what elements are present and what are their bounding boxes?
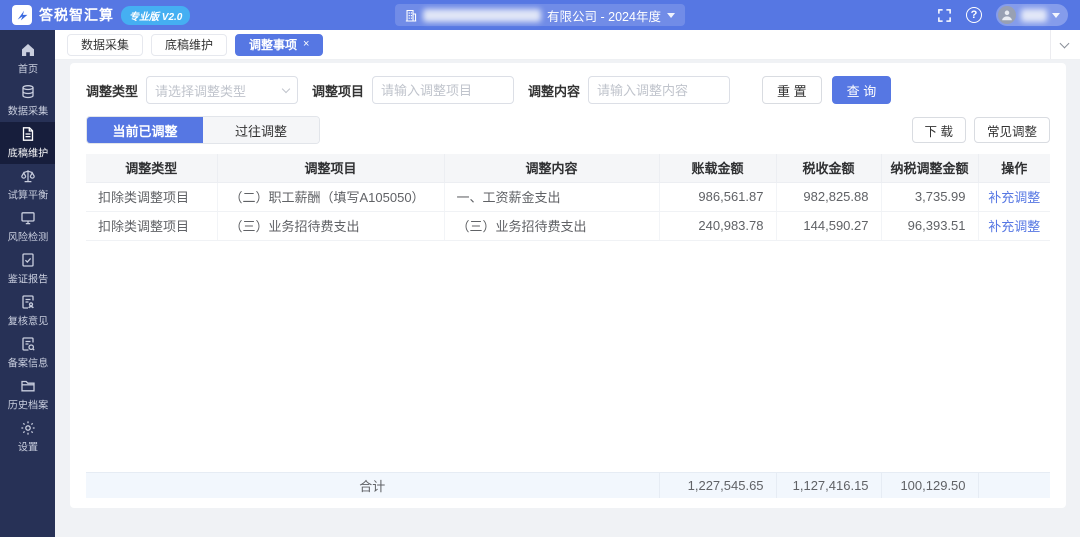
- toolbar-row: 当前已调整 过往调整 下 载 常见调整: [86, 116, 1050, 144]
- filter-item-label: 调整项目: [312, 83, 365, 99]
- scale-icon: [20, 169, 35, 182]
- supplement-adjust-link[interactable]: 补充调整: [988, 190, 1040, 205]
- adjustments-table: 调整类型 调整项目 调整内容 账载金额 税收金额 纳税调整金额 操作 扣除类调整…: [86, 154, 1050, 498]
- help-icon[interactable]: ?: [966, 7, 982, 23]
- sidebar-item-data-collection[interactable]: 数据采集: [0, 80, 55, 122]
- app-logo-icon: [12, 5, 32, 25]
- folder-icon: [20, 380, 35, 391]
- caret-down-icon: [1052, 12, 1060, 18]
- topbar: 答税智汇算 专业版 V2.0 有限公司 - 2024年度 ?: [0, 0, 1080, 30]
- redacted-user-name: [1021, 8, 1047, 22]
- col-tax-amount: 税收金额: [776, 154, 882, 183]
- sidebar: 首页 数据采集 底稿维护 试算平衡 风险检测 鉴证报告 复核意见 备案信息 历史…: [0, 30, 55, 537]
- sidebar-item-risk-detection[interactable]: 风险检测: [0, 206, 55, 248]
- sidebar-item-attestation-report[interactable]: 鉴证报告: [0, 248, 55, 290]
- common-adjustments-button[interactable]: 常见调整: [973, 117, 1050, 143]
- tab-bar: 数据采集 底稿维护 调整事项 ×: [55, 30, 1080, 60]
- tab-past-adjustments[interactable]: 过往调整: [203, 117, 319, 143]
- filter-row: 调整类型 请选择调整类型 调整项目 调整内容 重 置 查 询: [86, 76, 1050, 104]
- tab-workpaper[interactable]: 底稿维护: [151, 33, 228, 56]
- main-area: 数据采集 底稿维护 调整事项 × 调整类型 请选择调整类型 调整项目 调整内容 …: [55, 30, 1080, 537]
- table-row: 扣除类调整项目 （三）业务招待费支出 （三）业务招待费支出 240,983.78…: [86, 211, 1050, 241]
- col-adjust-content: 调整内容: [444, 154, 660, 183]
- col-adjust-amount: 纳税调整金额: [881, 154, 979, 183]
- home-icon: [21, 43, 34, 56]
- col-adjust-type: 调整类型: [86, 154, 218, 183]
- database-icon: [21, 84, 34, 98]
- adjust-content-input[interactable]: [588, 76, 731, 104]
- topbar-actions: ?: [937, 4, 1068, 26]
- review-doc-icon: [21, 294, 34, 309]
- supplement-adjust-link[interactable]: 补充调整: [988, 219, 1040, 234]
- table-row: 扣除类调整项目 （二）职工薪酬（填写A105050） 一、工资薪金支出 986,…: [86, 182, 1050, 212]
- sidebar-item-filing-info[interactable]: 备案信息: [0, 332, 55, 374]
- tab-current-adjusted[interactable]: 当前已调整: [87, 117, 203, 143]
- adjust-view-switch: 当前已调整 过往调整: [86, 116, 320, 144]
- chevron-down-icon: [1059, 38, 1070, 48]
- filter-content-label: 调整内容: [528, 83, 581, 99]
- tab-overflow-button[interactable]: [1050, 30, 1072, 59]
- table-header: 调整类型 调整项目 调整内容 账载金额 税收金额 纳税调整金额 操作: [86, 154, 1050, 183]
- summary-row: 合计 1,227,545.65 1,127,416.15 100,129.50: [86, 471, 1050, 498]
- sidebar-item-workpaper[interactable]: 底稿维护: [0, 122, 55, 164]
- caret-down-icon: [666, 12, 675, 18]
- reset-button[interactable]: 重 置: [762, 76, 822, 104]
- download-button[interactable]: 下 载: [911, 117, 966, 143]
- sidebar-item-settings[interactable]: 设置: [0, 416, 55, 458]
- summary-book-amount: 1,227,545.65: [659, 471, 777, 498]
- adjust-type-select[interactable]: 请选择调整类型: [146, 76, 299, 104]
- building-icon: [405, 9, 417, 22]
- brand: 答税智汇算 专业版 V2.0: [12, 5, 191, 25]
- chevron-down-icon: [281, 84, 291, 94]
- adjust-item-input[interactable]: [372, 76, 515, 104]
- sidebar-item-review-opinion[interactable]: 复核意见: [0, 290, 55, 332]
- summary-tax-amount: 1,127,416.15: [776, 471, 882, 498]
- col-operation: 操作: [978, 154, 1050, 183]
- version-badge: 专业版 V2.0: [121, 5, 191, 25]
- summary-adjust-amount: 100,129.50: [881, 471, 979, 498]
- close-icon[interactable]: ×: [303, 39, 309, 50]
- report-check-icon: [21, 252, 34, 267]
- app-title: 答税智汇算: [39, 7, 114, 23]
- company-selector[interactable]: 有限公司 - 2024年度: [395, 4, 685, 26]
- document-icon: [22, 126, 33, 141]
- sidebar-item-trial-balance[interactable]: 试算平衡: [0, 164, 55, 206]
- col-book-amount: 账载金额: [659, 154, 777, 183]
- toolbar-actions: 下 载 常见调整: [911, 117, 1050, 143]
- filter-type-label: 调整类型: [86, 83, 139, 99]
- col-adjust-item: 调整项目: [217, 154, 445, 183]
- tab-data-collection[interactable]: 数据采集: [67, 33, 144, 56]
- user-menu[interactable]: [996, 4, 1068, 26]
- avatar: [998, 6, 1016, 24]
- record-doc-icon: [21, 336, 35, 351]
- tab-adjustments[interactable]: 调整事项 ×: [235, 33, 324, 56]
- table-empty-space: [86, 240, 1050, 472]
- fullscreen-icon[interactable]: [937, 8, 952, 23]
- sidebar-item-home[interactable]: 首页: [0, 38, 55, 80]
- sidebar-item-history-archive[interactable]: 历史档案: [0, 374, 55, 416]
- adjustments-panel: 调整类型 请选择调整类型 调整项目 调整内容 重 置 查 询 当前已调整 过往调…: [70, 63, 1066, 508]
- gear-icon: [20, 420, 35, 435]
- query-button[interactable]: 查 询: [831, 76, 892, 104]
- redacted-company-name: [423, 8, 542, 22]
- summary-label: 合计: [86, 471, 660, 498]
- monitor-icon: [20, 211, 35, 224]
- company-year-label: 有限公司 - 2024年度: [547, 9, 661, 24]
